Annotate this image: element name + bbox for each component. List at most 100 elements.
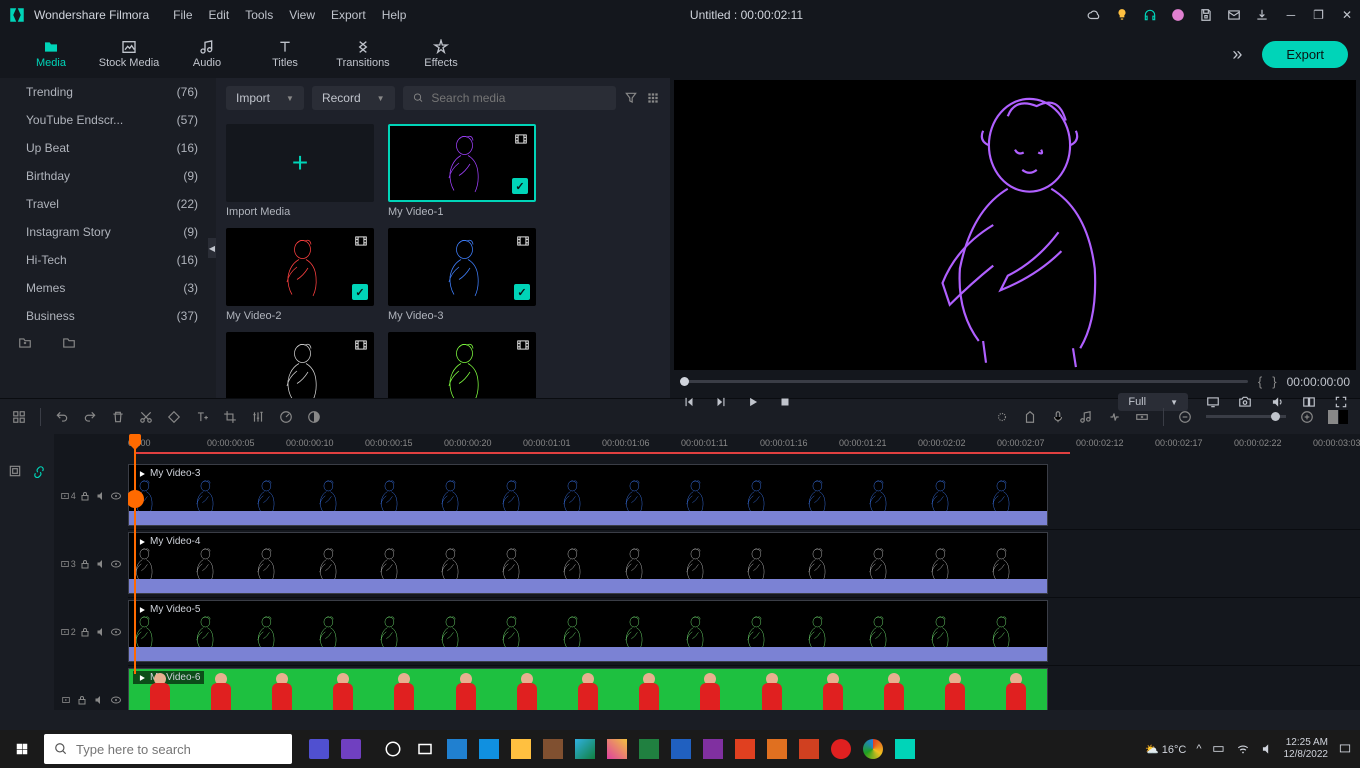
battery-icon[interactable]	[1212, 742, 1226, 756]
tab-transitions[interactable]: Transitions	[324, 39, 402, 69]
collapse-all-icon[interactable]	[8, 464, 22, 478]
compare-icon[interactable]	[1302, 395, 1316, 409]
timeline-clip[interactable]: My Video-4	[128, 532, 1048, 594]
lock-icon[interactable]	[79, 490, 91, 502]
seek-thumb[interactable]	[680, 377, 689, 386]
zoom-thumb[interactable]	[1271, 412, 1280, 421]
media-item[interactable]: ✓ My Video-1	[388, 124, 536, 218]
mute-icon[interactable]	[95, 626, 107, 638]
menu-edit[interactable]: Edit	[209, 8, 230, 22]
sidebar-item[interactable]: Up Beat(16)	[0, 134, 216, 162]
media-item[interactable]: ✓ My Video-3	[388, 228, 536, 322]
taskbar-app[interactable]	[698, 734, 728, 764]
color-icon[interactable]	[307, 410, 321, 424]
add-folder-icon[interactable]	[18, 336, 32, 350]
layout-icon[interactable]	[12, 410, 26, 424]
taskbar-app[interactable]	[666, 734, 696, 764]
mark-in-button[interactable]: {	[1258, 374, 1262, 389]
timeline-track[interactable]: My Video-3	[128, 462, 1360, 530]
taskbar-app-filmora[interactable]	[890, 734, 920, 764]
add-track-icon[interactable]	[1135, 410, 1149, 424]
sidebar-item[interactable]: YouTube Endscr...(57)	[0, 106, 216, 134]
sidebar-item[interactable]: Instagram Story(9)	[0, 218, 216, 246]
redo-icon[interactable]	[83, 410, 97, 424]
prev-frame-icon[interactable]	[682, 395, 696, 409]
headphones-icon[interactable]	[1143, 8, 1157, 22]
audio-mix-icon[interactable]	[1079, 410, 1093, 424]
taskbar-app[interactable]	[730, 734, 760, 764]
taskbar-app[interactable]	[474, 734, 504, 764]
media-item[interactable]: +Import Media	[226, 124, 374, 218]
start-button[interactable]	[0, 730, 44, 768]
volume-icon[interactable]	[1260, 742, 1274, 756]
mic-icon[interactable]	[1051, 410, 1065, 424]
mail-icon[interactable]	[1227, 8, 1241, 22]
tab-titles[interactable]: Titles	[246, 39, 324, 69]
seek-slider[interactable]	[680, 380, 1248, 383]
link-icon[interactable]	[32, 464, 46, 478]
taskbar-app[interactable]	[858, 734, 888, 764]
crop-icon[interactable]	[223, 410, 237, 424]
taskbar-app[interactable]	[538, 734, 568, 764]
quality-dropdown[interactable]: Full▼	[1118, 393, 1188, 411]
cut-icon[interactable]	[139, 410, 153, 424]
weather-widget[interactable]: ⛅ 16°C	[1145, 743, 1186, 756]
speed-icon[interactable]	[279, 410, 293, 424]
close-button[interactable]: ✕	[1342, 8, 1352, 22]
mute-icon[interactable]	[95, 490, 107, 502]
download-icon[interactable]	[1255, 8, 1269, 22]
taskbar-app[interactable]	[336, 734, 366, 764]
menu-export[interactable]: Export	[331, 8, 366, 22]
tab-audio[interactable]: Audio	[168, 39, 246, 69]
taskbar-search[interactable]	[44, 734, 292, 764]
timeline-clip[interactable]: My Video-5	[128, 600, 1048, 662]
taskbar-app[interactable]	[304, 734, 334, 764]
lock-icon[interactable]	[79, 626, 91, 638]
sidebar-item[interactable]: Travel(22)	[0, 190, 216, 218]
minimize-button[interactable]: ─	[1287, 8, 1296, 22]
sidebar-item[interactable]: Birthday(9)	[0, 162, 216, 190]
volume-icon[interactable]	[1270, 395, 1284, 409]
visibility-icon[interactable]	[110, 626, 122, 638]
timeline-clip[interactable]: My Video-6	[128, 668, 1048, 710]
fullscreen-icon[interactable]	[1334, 395, 1348, 409]
timeline-track[interactable]: My Video-5	[128, 598, 1360, 666]
snapshot-icon[interactable]	[1238, 395, 1252, 409]
visibility-icon[interactable]	[110, 558, 122, 570]
timeline-clip[interactable]: My Video-3	[128, 464, 1048, 526]
display-icon[interactable]	[1206, 395, 1220, 409]
taskbar-app-taskview[interactable]	[410, 734, 440, 764]
grid-view-icon[interactable]	[646, 91, 660, 105]
next-frame-icon[interactable]	[714, 395, 728, 409]
media-thumb[interactable]	[388, 332, 536, 398]
sidebar-item[interactable]: Hi-Tech(16)	[0, 246, 216, 274]
lock-icon[interactable]	[76, 694, 88, 706]
zoom-out-icon[interactable]	[1178, 410, 1192, 424]
mark-out-button[interactable]: }	[1272, 374, 1276, 389]
taskbar-app[interactable]	[602, 734, 632, 764]
sidebar-item[interactable]: Trending(76)	[0, 78, 216, 106]
menu-tools[interactable]: Tools	[245, 8, 273, 22]
timeline-ruler[interactable]: 00:0000:00:00:0500:00:00:1000:00:00:1500…	[128, 434, 1360, 462]
add-text-icon[interactable]	[195, 410, 209, 424]
timeline-track[interactable]: My Video-6	[128, 666, 1360, 710]
record-dropdown[interactable]: Record▼	[312, 86, 395, 110]
delete-icon[interactable]	[111, 410, 125, 424]
menu-view[interactable]: View	[289, 8, 315, 22]
adjust-icon[interactable]	[251, 410, 265, 424]
taskbar-app[interactable]	[378, 734, 408, 764]
filter-icon[interactable]	[624, 91, 638, 105]
search-media-input[interactable]	[403, 86, 616, 110]
playhead[interactable]	[134, 434, 136, 674]
zoom-slider[interactable]	[1206, 415, 1286, 418]
clock-widget[interactable]: 12:25 AM 12/8/2022	[1284, 737, 1329, 761]
tab-stock-media[interactable]: Stock Media	[90, 39, 168, 69]
tag-icon[interactable]	[167, 410, 181, 424]
timeline-tracks[interactable]: 00:0000:00:00:0500:00:00:1000:00:00:1500…	[128, 434, 1360, 710]
media-thumb[interactable]: ✓	[388, 228, 536, 306]
play-icon[interactable]	[746, 395, 760, 409]
cloud-icon[interactable]	[1087, 8, 1101, 22]
tab-media[interactable]: Media	[12, 39, 90, 69]
mute-icon[interactable]	[93, 694, 105, 706]
taskbar-app[interactable]	[794, 734, 824, 764]
